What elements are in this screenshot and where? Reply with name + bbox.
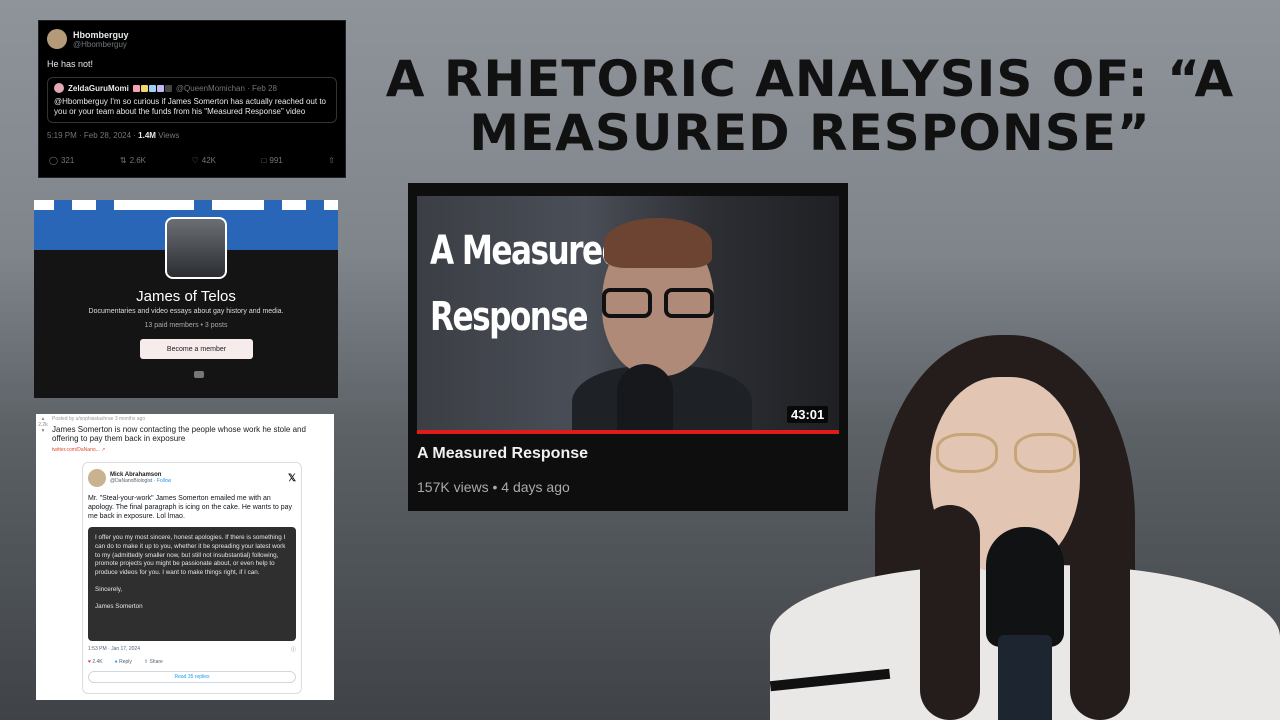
apology-letter-image: I offer you my most sincere, honest apol… [88,527,296,641]
embed-like-count: 2.4K [92,659,103,665]
tweet-views-count: 1.4M [138,131,156,140]
become-member-button: Become a member [140,339,253,359]
letter-paragraph: I offer you my most sincere, honest apol… [95,534,286,577]
reply-action: ◯ 321 [49,156,74,165]
youtube-icon [194,371,204,378]
vote-count: 2.2k [38,422,48,428]
video-meta: 157K views • 4 days ago [417,479,570,495]
avatar [54,83,64,93]
presenter-photo [769,335,1280,720]
embed-share-label: Share [149,659,163,665]
embed-tweet-text: Mr. "Steal-your-work" James Somerton ema… [88,495,293,520]
video-title: A Measured Response [417,445,589,462]
creator-description: Documentaries and video essays about gay… [88,308,284,315]
embedded-tweet: Mick Abrahamson @DaNanoBiologist · Follo… [82,462,302,694]
headline-line-2: MEASURED RESPONSE” [469,104,1151,162]
quoted-author-name: ZeldaGuruMomi [68,83,129,93]
like-action: ♡ 42K [192,156,216,165]
like-count: 42K [201,156,216,165]
reddit-post-screenshot: ▲ 2.2k ▼ Posted by u/sophiaslashrae 3 mont… [36,414,334,700]
embed-reply-label: Reply [119,659,132,665]
letter-signature: James Somerton [95,602,143,610]
quoted-tweet-text: @Hbomberguy I'm so curious if James Some… [54,97,326,116]
microphone [986,527,1064,647]
retweet-count: 2.6K [129,156,147,165]
tweet-meta: 5:19 PM · Feb 28, 2024 · 1.4M Views [47,131,337,140]
retweet-action: ⇅ 2.6K [120,156,146,165]
retweet-icon: ⇅ [119,156,127,165]
creator-avatar [165,217,227,279]
headline-line-1: A RHETORIC ANALYSIS OF: “A [385,50,1235,108]
bookmark-count: 991 [269,156,283,165]
tweet-actions: ◯ 321 ⇅ 2.6K ♡ 42K □ 991 ⇧ [49,156,335,165]
emoji-badges-icon [132,84,172,92]
post-byline: Posted by u/sophiaslashrae 3 months ago [52,416,146,422]
reply-icon: ● [114,659,118,665]
bookmark-action: □ 991 [262,156,283,165]
thumbnail-headline: A RHETORIC ANALYSIS OF: “A MEASURED RESP… [360,52,1260,160]
post-title: James Somerton is now contacting the peo… [52,425,306,443]
tweet-views-label: Views [155,131,180,140]
x-logo-icon: 𝕏 [287,472,296,484]
vote-column: ▲ 2.2k ▼ [38,416,48,434]
reply-count: 321 [60,156,75,165]
embed-author-handle: @DaNanoBiologist · [110,478,157,484]
tweet-screenshot: Hbomberguy @Hbomberguy He has not! Zelda… [38,20,346,178]
avatar [47,29,67,49]
quoted-author-handle: @QueenMomichan · Feb 28 [175,83,277,93]
share-icon: ⇧ [328,156,335,165]
letter-signoff: Sincerely, [95,585,123,593]
post-link: twitter.com/DaNano... ↗ [52,447,106,453]
avatar [88,469,106,487]
tweet-author-name: Hbomberguy [73,29,129,40]
share-action: ⇧ [328,156,335,165]
tweet-text: He has not! [47,59,94,69]
tweet-author-handle: @Hbomberguy [73,39,127,49]
bookmark-icon: □ [261,156,267,165]
quoted-tweet: ZeldaGuruMomi @QueenMomichan · Feb 28 @H… [47,77,337,123]
share-icon: ⇧ [143,659,149,665]
reply-icon: ◯ [49,156,58,165]
heart-icon: ♥ [88,659,91,665]
creator-page-screenshot: James of Telos Documentaries and video e… [34,200,338,398]
read-replies-button: Read 35 replies [88,671,296,683]
heart-icon: ♡ [191,156,199,165]
creator-stats: 13 paid members • 3 posts [144,322,228,329]
tweet-timestamp: 5:19 PM · Feb 28, 2024 · [47,131,139,140]
info-icon: ⓘ [290,647,296,653]
microphone [617,364,673,434]
creator-name: James of Telos [136,288,236,305]
follow-link: Follow [156,478,172,484]
embed-timestamp: 1:53 PM · Jan 17, 2024 [88,646,140,652]
